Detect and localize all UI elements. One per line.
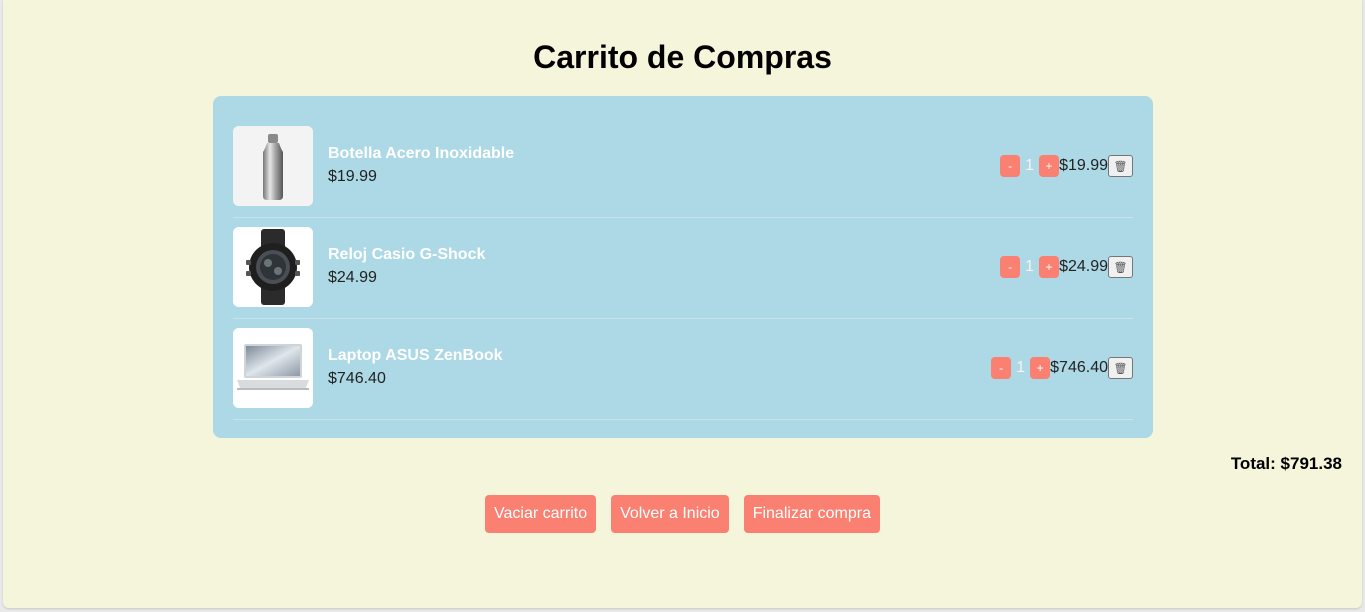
product-price: $24.99 bbox=[328, 269, 377, 286]
delete-item-button[interactable]: 🗑 bbox=[1108, 357, 1133, 379]
cart-panel: Botella Acero Inoxidable $19.99 - 1 + $1… bbox=[213, 96, 1153, 438]
empty-cart-button[interactable]: Vaciar carrito bbox=[485, 495, 597, 533]
product-image-laptop bbox=[233, 328, 313, 408]
back-home-button[interactable]: Volver a Inicio bbox=[611, 495, 729, 533]
cart-item: Botella Acero Inoxidable $19.99 - 1 + $1… bbox=[233, 116, 1133, 218]
cart-item: Reloj Casio G-Shock $24.99 - 1 + $24.99 … bbox=[233, 217, 1133, 319]
quantity-value: 1 bbox=[1016, 359, 1026, 376]
checkout-button[interactable]: Finalizar compra bbox=[743, 495, 880, 533]
increase-quantity-button[interactable]: + bbox=[1030, 357, 1051, 379]
cart-item: Laptop ASUS ZenBook $746.40 - 1 + $746.4… bbox=[233, 318, 1133, 420]
item-subtotal: $746.40 bbox=[1050, 359, 1108, 376]
trash-icon: 🗑 bbox=[1113, 362, 1128, 375]
product-price: $746.40 bbox=[328, 370, 386, 387]
product-name: Reloj Casio G-Shock bbox=[328, 246, 486, 263]
page: Carrito de Compras Botella Acero Inoxida… bbox=[3, 0, 1362, 608]
product-image-bottle bbox=[233, 126, 313, 206]
quantity-controls: - 1 + $24.99 🗑 bbox=[1000, 256, 1133, 278]
item-subtotal: $24.99 bbox=[1059, 258, 1108, 275]
trash-icon: 🗑 bbox=[1113, 261, 1128, 274]
delete-item-button[interactable]: 🗑 bbox=[1108, 256, 1133, 278]
page-title: Carrito de Compras bbox=[533, 39, 832, 75]
product-image-watch bbox=[233, 227, 313, 307]
increase-quantity-button[interactable]: + bbox=[1039, 155, 1060, 177]
decrease-quantity-button[interactable]: - bbox=[991, 357, 1012, 379]
product-name: Botella Acero Inoxidable bbox=[328, 145, 515, 162]
product-price: $19.99 bbox=[328, 168, 377, 185]
quantity-controls: - 1 + $19.99 🗑 bbox=[1000, 155, 1133, 177]
increase-quantity-button[interactable]: + bbox=[1039, 256, 1060, 278]
decrease-quantity-button[interactable]: - bbox=[1000, 155, 1021, 177]
trash-icon: 🗑 bbox=[1113, 160, 1128, 173]
cart-actions: Vaciar carrito Volver a Inicio Finalizar… bbox=[3, 495, 1362, 533]
cart-total: Total: $791.38 bbox=[1230, 454, 1342, 473]
quantity-controls: - 1 + $746.40 🗑 bbox=[991, 357, 1133, 379]
quantity-value: 1 bbox=[1025, 157, 1035, 174]
product-name: Laptop ASUS ZenBook bbox=[328, 347, 503, 364]
item-subtotal: $19.99 bbox=[1059, 157, 1108, 174]
decrease-quantity-button[interactable]: - bbox=[1000, 256, 1021, 278]
quantity-value: 1 bbox=[1025, 258, 1035, 275]
delete-item-button[interactable]: 🗑 bbox=[1108, 155, 1133, 177]
